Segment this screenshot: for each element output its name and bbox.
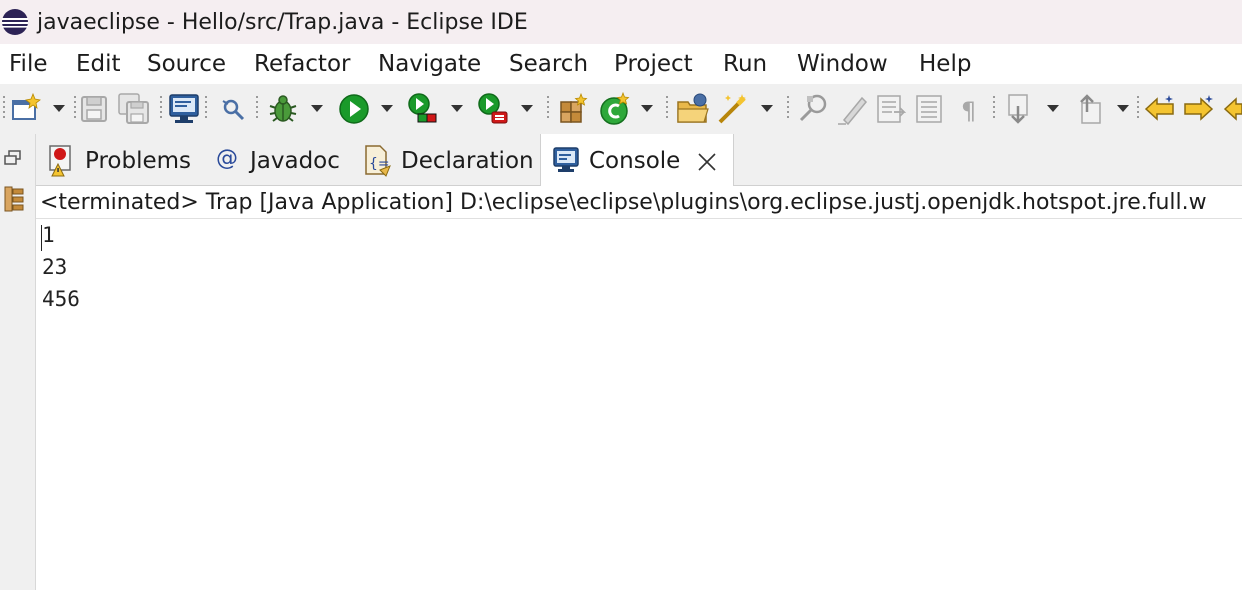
save-icon[interactable]	[78, 92, 112, 126]
close-icon[interactable]	[697, 152, 717, 172]
run-icon[interactable]	[337, 92, 371, 126]
chevron-down-icon[interactable]	[1116, 103, 1130, 113]
console-icon	[553, 147, 579, 172]
toolbar-separator	[3, 96, 6, 122]
package-explorer-icon[interactable]	[4, 186, 26, 212]
chevron-down-icon[interactable]	[640, 103, 654, 113]
view-tab-row: Problems @ Javadoc {= Declaration Consol…	[36, 134, 1242, 186]
next-annotation-icon[interactable]	[1003, 92, 1037, 126]
menu-file[interactable]: File	[9, 49, 48, 79]
toolbar-separator	[160, 96, 163, 122]
chevron-down-icon[interactable]	[52, 103, 66, 113]
window-title: javaeclipse - Hello/src/Trap.java - Ecli…	[37, 10, 528, 35]
toolbar-separator	[256, 96, 259, 122]
back-icon[interactable]	[1143, 92, 1177, 126]
open-perspective-icon[interactable]	[167, 92, 201, 126]
console-output-area[interactable]: 1 23 456	[36, 219, 1242, 590]
chevron-down-icon[interactable]	[310, 103, 324, 113]
tab-label: Console	[589, 148, 681, 174]
left-trim-stack	[0, 134, 36, 590]
menu-run[interactable]: Run	[723, 49, 767, 79]
toolbar-separator	[74, 96, 77, 122]
declaration-icon: {=	[365, 145, 391, 177]
toolbar-separator	[787, 96, 790, 122]
console-output-line: 23	[42, 255, 68, 279]
show-whitespace-icon[interactable]	[912, 92, 946, 126]
tab-javadoc[interactable]: @ Javadoc	[206, 134, 356, 185]
pilcrow-icon[interactable]: ¶	[952, 92, 986, 126]
menu-refactor[interactable]: Refactor	[254, 49, 350, 79]
run-external-tool-icon[interactable]	[476, 92, 510, 126]
new-icon[interactable]	[10, 92, 44, 126]
console-status-line: <terminated> Trap [Java Application] D:\…	[36, 186, 1242, 219]
restore-icon[interactable]	[4, 150, 22, 166]
menu-navigate[interactable]: Navigate	[378, 49, 481, 79]
menu-source[interactable]: Source	[147, 49, 226, 79]
mark-occurrences-icon[interactable]	[836, 92, 870, 126]
chevron-down-icon[interactable]	[520, 103, 534, 113]
problems-icon	[49, 145, 71, 177]
tab-console[interactable]: Console	[540, 134, 734, 186]
menu-bar: File Edit Source Refactor Navigate Searc…	[0, 44, 1242, 84]
debug-icon[interactable]	[266, 92, 300, 126]
forward-icon[interactable]	[1181, 92, 1215, 126]
toggle-block-selection-icon[interactable]	[874, 92, 908, 126]
tab-declaration[interactable]: {= Declaration	[356, 134, 540, 185]
chevron-down-icon[interactable]	[450, 103, 464, 113]
menu-help[interactable]: Help	[919, 49, 971, 79]
toolbar-separator	[547, 96, 550, 122]
process-status-label: <terminated> Trap [Java Application] D:\…	[40, 190, 1207, 215]
chevron-down-icon[interactable]	[1046, 103, 1060, 113]
open-task-icon[interactable]	[716, 92, 750, 126]
svg-text:¶: ¶	[961, 97, 976, 125]
menu-search[interactable]: Search	[509, 49, 588, 79]
previous-annotation-icon[interactable]	[1072, 92, 1106, 126]
tab-label: Problems	[85, 148, 192, 174]
chevron-down-icon[interactable]	[760, 103, 774, 113]
toolbar-separator	[993, 96, 996, 122]
menu-edit[interactable]: Edit	[76, 49, 121, 79]
tab-problems[interactable]: Problems	[36, 134, 206, 185]
menu-window[interactable]: Window	[797, 49, 888, 79]
menu-project[interactable]: Project	[614, 49, 693, 79]
chevron-down-icon[interactable]	[380, 103, 394, 113]
toolbar-separator	[205, 96, 208, 122]
new-java-class-icon[interactable]	[598, 92, 632, 126]
coverage-icon[interactable]	[406, 92, 440, 126]
eclipse-logo-icon	[2, 9, 28, 35]
new-java-package-icon[interactable]	[556, 92, 590, 126]
save-all-icon[interactable]	[117, 92, 151, 126]
tab-label: Declaration	[401, 148, 534, 174]
toolbar-separator	[1137, 96, 1140, 122]
console-output-line: 1	[42, 223, 55, 247]
tab-label: Javadoc	[250, 148, 340, 174]
back-icon[interactable]	[1222, 92, 1242, 126]
search-toggle-icon[interactable]	[216, 92, 250, 126]
title-bar: javaeclipse - Hello/src/Trap.java - Ecli…	[0, 0, 1242, 44]
toggle-breadcrumb-icon[interactable]	[797, 92, 831, 126]
open-type-icon[interactable]	[676, 92, 710, 126]
console-output-line: 456	[42, 287, 80, 311]
javadoc-icon: @	[216, 146, 238, 171]
toolbar-separator	[666, 96, 669, 122]
